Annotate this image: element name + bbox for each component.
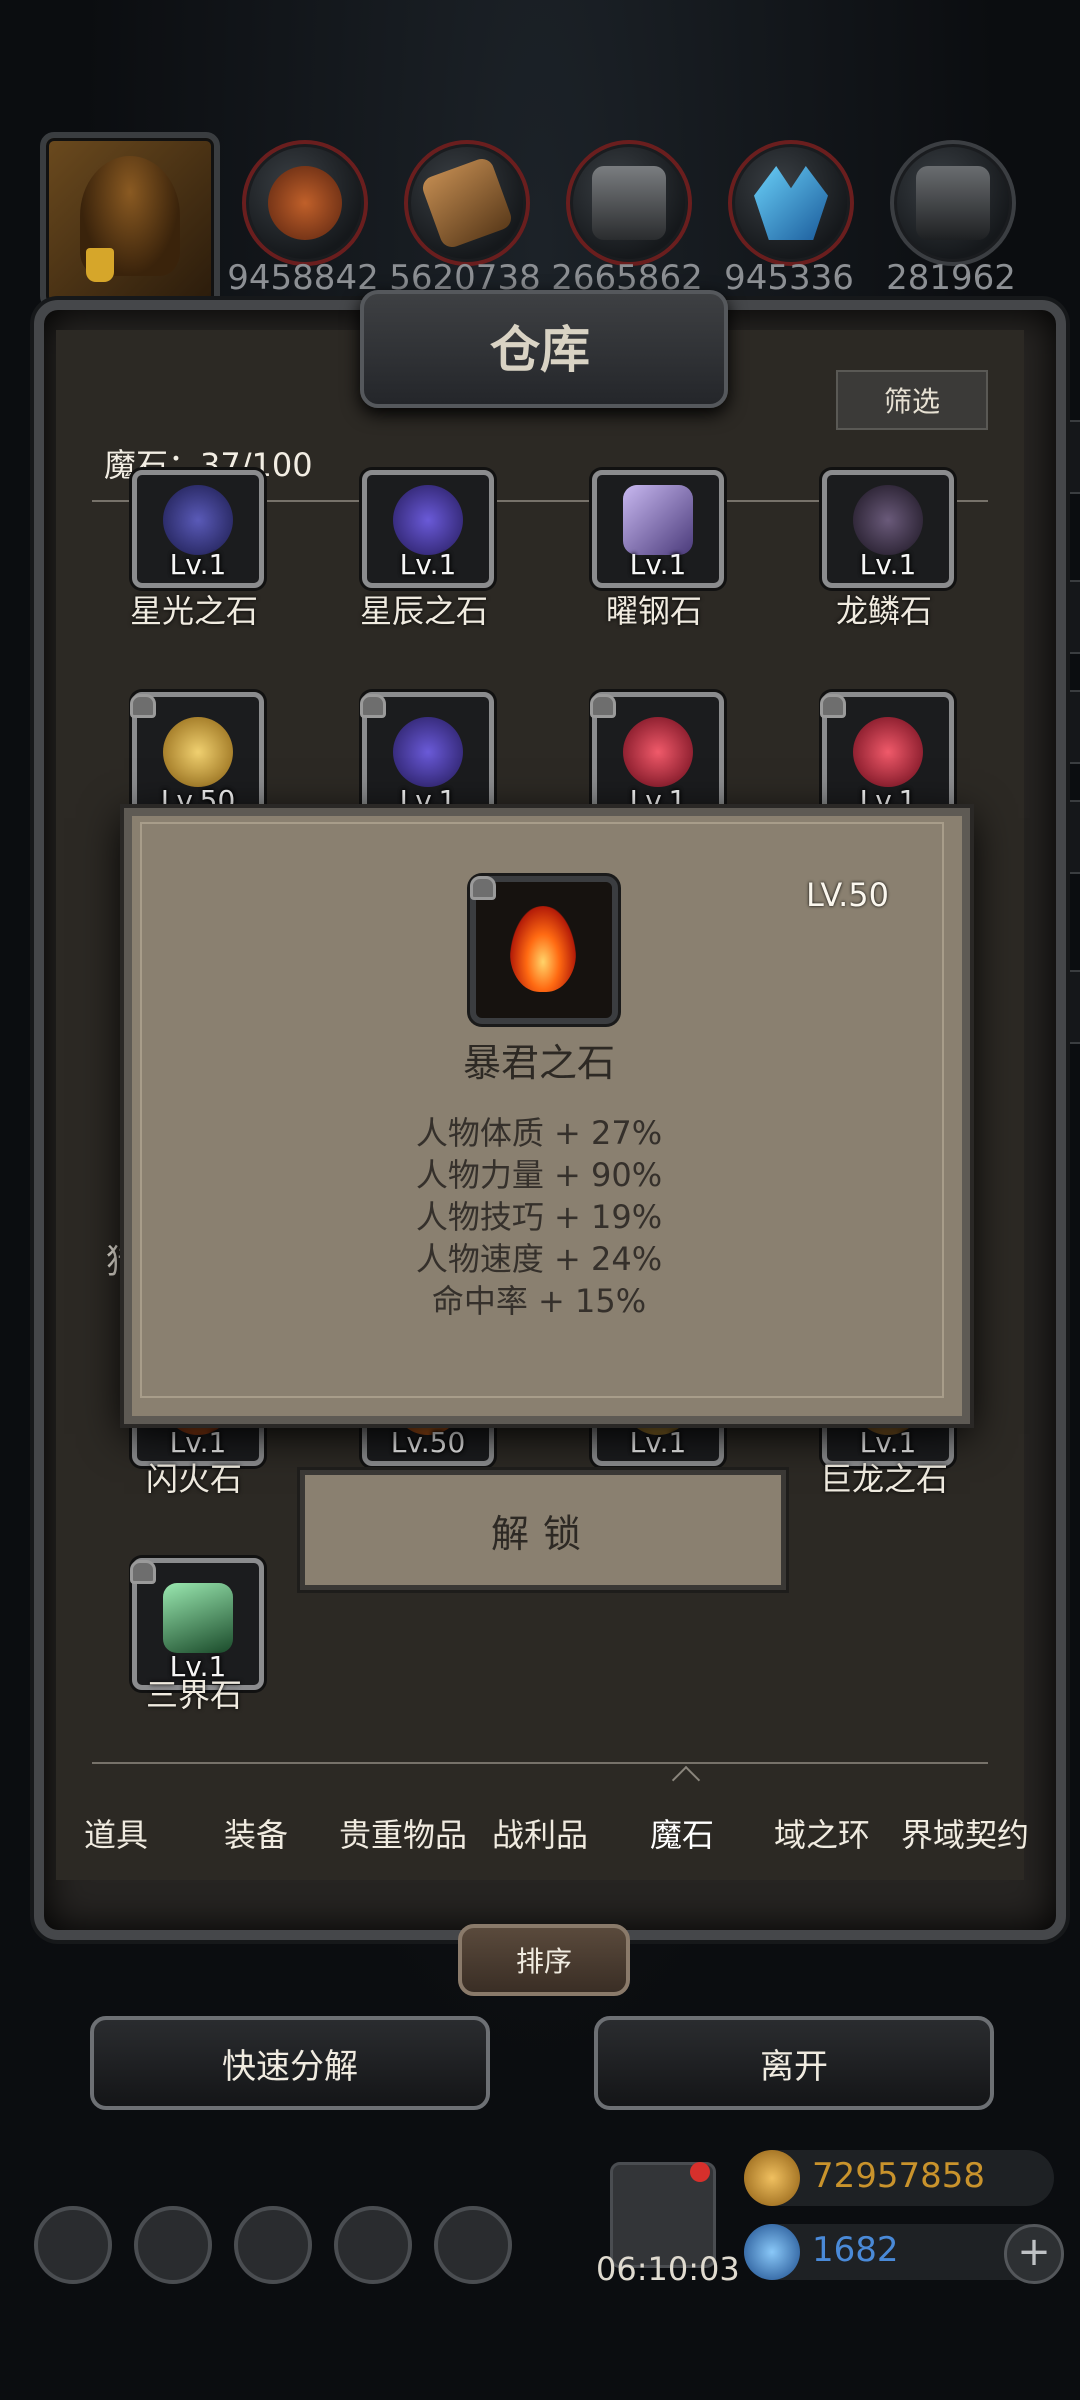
sort-button[interactable]: 排序 — [458, 1924, 630, 1996]
trophy-icon — [86, 248, 114, 282]
lock-icon — [470, 876, 496, 900]
item-level: Lv.1 — [629, 1426, 687, 1459]
page-title: 仓库 — [490, 320, 590, 379]
item-name: 龙鳞石 — [835, 592, 932, 630]
resource-meat-slot[interactable] — [242, 140, 368, 266]
item-name: 巨龙之石 — [819, 1460, 948, 1498]
box-icon[interactable] — [434, 2206, 512, 2284]
resource-wood-slot[interactable] — [404, 140, 530, 266]
unlock-button[interactable]: 解锁 — [300, 1470, 786, 1590]
crystal-icon — [754, 166, 828, 240]
item-name: 星光之石 — [129, 592, 258, 630]
item-name: 星辰之石 — [359, 592, 488, 630]
lock-icon — [820, 694, 846, 718]
gem-amount: 1682 — [812, 2230, 899, 2270]
mail-icon[interactable] — [334, 2206, 412, 2284]
tab-equipment[interactable]: 装备 — [186, 1810, 326, 1856]
gem-icon — [853, 485, 923, 555]
gem-icon — [163, 717, 233, 787]
gem-icon — [853, 717, 923, 787]
tab-realm-contract[interactable]: 界域契约 — [890, 1810, 1040, 1856]
lock-icon — [130, 694, 156, 718]
item-level: Lv.1 — [629, 548, 687, 581]
item-level: Lv.1 — [169, 548, 227, 581]
item-tile[interactable]: Lv.1 — [592, 470, 724, 588]
item-level: Lv.1 — [859, 548, 917, 581]
player-avatar[interactable] — [40, 132, 220, 310]
gem-icon — [623, 717, 693, 787]
iron-icon — [592, 166, 666, 240]
item-name: 曜钢石 — [605, 592, 702, 630]
quick-decompose-button[interactable]: 快速分解 — [90, 2016, 490, 2110]
stat-line: 人物力量 + 90% — [415, 1156, 663, 1194]
meat-icon — [268, 166, 342, 240]
gem-icon — [393, 485, 463, 555]
leave-button[interactable]: 离开 — [594, 2016, 994, 2110]
item-name: 三界石 — [145, 1676, 242, 1714]
gold-coin-icon — [744, 2150, 800, 2206]
notification-dot — [690, 2162, 710, 2182]
stat-line: 人物技巧 + 19% — [415, 1198, 663, 1236]
lock-icon — [130, 1560, 156, 1584]
tab-valuables[interactable]: 贵重物品 — [328, 1810, 478, 1856]
tab-magic-stone[interactable]: 魔石 — [612, 1810, 752, 1856]
item-tile[interactable]: Lv.1 — [132, 470, 264, 588]
popup-item-name: 暴君之石 — [462, 1041, 615, 1085]
gift-timer: 06:10:03 — [596, 2250, 740, 2288]
gem-icon — [623, 485, 693, 555]
lock-icon — [590, 694, 616, 718]
divider — [92, 1762, 988, 1764]
add-currency-button[interactable]: + — [1004, 2224, 1064, 2284]
gold-amount: 72957858 — [812, 2156, 986, 2196]
stat-line: 人物速度 + 24% — [415, 1240, 663, 1278]
gem-currency-icon — [744, 2224, 800, 2280]
item-name: 闪火石 — [145, 1460, 242, 1498]
item-tile[interactable]: Lv.1 — [362, 470, 494, 588]
filter-button[interactable]: 筛选 — [836, 370, 988, 430]
item-level: Lv.50 — [390, 1426, 466, 1459]
gem-icon — [163, 1583, 233, 1653]
item-level: Lv.1 — [399, 548, 457, 581]
book-icon[interactable] — [234, 2206, 312, 2284]
gem-icon — [163, 485, 233, 555]
resource-crystal-slot[interactable] — [728, 140, 854, 266]
resource-iron-slot[interactable] — [566, 140, 692, 266]
steel-icon — [916, 166, 990, 240]
resource-count-meat: 9458842 — [227, 258, 379, 298]
resource-count-steel: 281962 — [886, 258, 1016, 298]
flame-gem-icon — [510, 906, 576, 992]
popup-level: LV.50 — [806, 876, 889, 914]
star-icon[interactable] — [134, 2206, 212, 2284]
tab-items[interactable]: 道具 — [46, 1810, 186, 1856]
stat-line: 命中率 + 15% — [431, 1282, 647, 1320]
item-tile[interactable]: Lv.1 — [822, 470, 954, 588]
stat-line: 人物体质 + 27% — [415, 1114, 663, 1152]
wood-icon — [419, 155, 515, 251]
tab-domain-ring[interactable]: 域之环 — [752, 1810, 892, 1856]
resource-count-crystal: 945336 — [724, 258, 854, 298]
resource-steel-slot[interactable] — [890, 140, 1016, 266]
lock-icon — [360, 694, 386, 718]
gem-icon — [393, 717, 463, 787]
settings-icon[interactable] — [34, 2206, 112, 2284]
tab-loot[interactable]: 战利品 — [470, 1810, 610, 1856]
